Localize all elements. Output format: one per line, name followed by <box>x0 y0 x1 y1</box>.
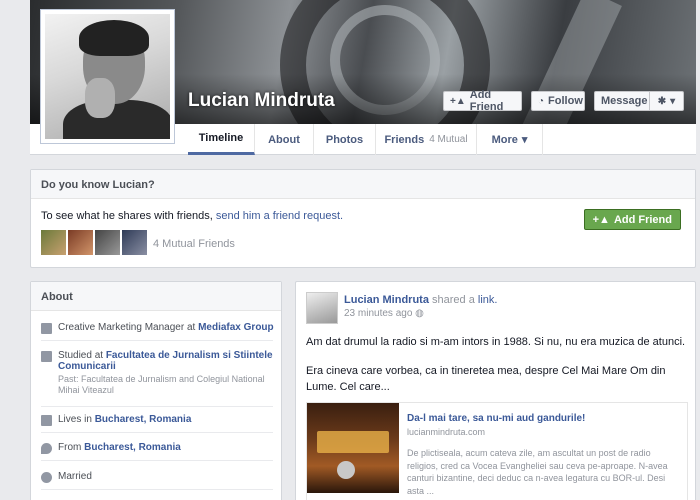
photo-hair <box>79 20 149 56</box>
link-description: De plictiseala, acum cateva zile, am asc… <box>407 448 668 496</box>
add-friend-button[interactable]: +▲ Add Friend <box>443 89 522 113</box>
about-work: Creative Marketing Manager at Mediafax G… <box>41 322 277 334</box>
radio-knob <box>337 461 355 479</box>
divider <box>41 432 273 433</box>
about-lives: Lives in Bucharest, Romania <box>41 414 277 426</box>
about-relationship-text: Married <box>58 471 92 482</box>
link-title[interactable]: Da-l mai tare, sa nu-mi aud gandurile! <box>407 413 585 424</box>
about-from-prefix: From <box>58 442 82 453</box>
mutual-friend-thumbnails <box>41 230 147 255</box>
link-thumbnail-radio[interactable] <box>307 403 399 493</box>
about-study-past: Past: Facultatea de Jurnalism and Colegi… <box>58 374 265 395</box>
about-lives-prefix: Lives in <box>58 414 92 425</box>
location-pin-icon <box>41 443 52 454</box>
add-friend-icon: +▲ <box>592 213 610 226</box>
add-friend-green-label: Add Friend <box>613 213 672 226</box>
about-study-text: Studied at Facultatea de Jurnalism si St… <box>58 350 277 396</box>
friend-request-prefix: To see what he shares with friends, <box>41 210 213 222</box>
tab-about[interactable]: About <box>255 124 314 155</box>
message-button[interactable]: Message <box>594 91 650 111</box>
caret-down-icon: ▾ <box>521 134 528 146</box>
about-from: From Bucharest, Romania <box>41 442 277 454</box>
radio-dial <box>317 431 389 453</box>
mutual-friends-count[interactable]: 4 Mutual Friends <box>153 238 235 250</box>
divider <box>41 460 273 461</box>
photo-hand <box>85 78 115 118</box>
profile-picture[interactable] <box>40 9 175 144</box>
message-label: Message <box>601 95 648 107</box>
do-you-know-title: Do you know Lucian? <box>31 170 695 199</box>
about-from-text: From Bucharest, Romania <box>58 442 181 454</box>
tab-photos-label: Photos <box>325 133 364 146</box>
graduation-cap-icon <box>41 351 52 362</box>
post-action: shared a <box>432 294 475 306</box>
tab-more[interactable]: More ▾ <box>477 124 543 155</box>
post-author-avatar[interactable] <box>306 292 338 324</box>
post-header: Lucian Mindruta shared a link. <box>344 294 497 306</box>
tab-more-label: More <box>491 133 518 146</box>
mutual-friend-avatar[interactable] <box>41 230 66 255</box>
post-time-text: 23 minutes ago <box>344 308 413 319</box>
post-timestamp[interactable]: 23 minutes ago ◍ <box>344 308 424 319</box>
divider <box>41 406 273 407</box>
profile-name[interactable]: Lucian Mindruta <box>188 90 335 112</box>
about-study-prefix: Studied at <box>58 350 104 361</box>
follow-label: Follow <box>548 95 583 107</box>
link-url: lucianmindruta.com <box>407 427 486 437</box>
about-relationship: Married <box>41 471 277 483</box>
about-work-prefix: Creative Marketing Manager at <box>58 322 196 333</box>
briefcase-icon <box>41 323 52 334</box>
post-action-link[interactable]: link. <box>478 294 498 306</box>
globe-icon: ◍ <box>415 308 424 319</box>
do-you-know-box: Do you know Lucian? To see what he share… <box>30 169 696 268</box>
add-friend-label: Add Friend <box>469 89 504 113</box>
add-friend-green-button[interactable]: +▲ Add Friend <box>583 209 681 230</box>
about-title: About <box>31 282 281 311</box>
shared-link-card[interactable]: Da-l mai tare, sa nu-mi aud gandurile! l… <box>306 402 688 500</box>
about-lives-link[interactable]: Bucharest, Romania <box>95 414 192 425</box>
about-lives-text: Lives in Bucharest, Romania <box>58 414 191 426</box>
send-friend-request-link[interactable]: send him a friend request. <box>216 210 343 222</box>
divider <box>41 340 273 341</box>
photo-body <box>63 100 170 139</box>
post-author-name[interactable]: Lucian Mindruta <box>344 294 429 306</box>
friend-request-message: To see what he shares with friends, send… <box>41 210 343 222</box>
about-from-link[interactable]: Bucharest, Romania <box>84 442 181 453</box>
rss-icon: ◔ <box>538 95 545 107</box>
tab-friends[interactable]: Friends 4 Mutual <box>376 124 477 155</box>
tab-about-label: About <box>268 133 300 146</box>
tab-friends-label: Friends <box>384 133 425 146</box>
post-text-paragraph-2: Era cineva care vorbea, ca in tineretea … <box>306 365 666 393</box>
follow-button[interactable]: ◔ Follow <box>531 91 585 111</box>
timeline-post: Lucian Mindruta shared a link. 23 minute… <box>295 281 696 500</box>
tab-friends-mutual: 4 Mutual <box>429 134 468 145</box>
about-study: Studied at Facultatea de Jurnalism si St… <box>41 350 277 396</box>
mutual-friend-avatar[interactable] <box>68 230 93 255</box>
mutual-friend-avatar[interactable] <box>122 230 147 255</box>
settings-menu-button[interactable]: ✱ ▾ <box>649 91 684 111</box>
profile-photo <box>45 14 170 139</box>
post-text-paragraph-1: Am dat drumul la radio si m-am intors in… <box>306 336 686 348</box>
divider <box>41 489 273 490</box>
mutual-friend-avatar[interactable] <box>95 230 120 255</box>
gear-icon: ✱ <box>657 95 667 107</box>
about-work-link[interactable]: Mediafax Group <box>198 322 274 333</box>
heart-icon <box>41 472 52 483</box>
about-box: About Creative Marketing Manager at Medi… <box>30 281 282 500</box>
add-friend-icon: +▲ <box>450 95 466 107</box>
about-work-text: Creative Marketing Manager at Mediafax G… <box>58 322 274 334</box>
tab-timeline[interactable]: Timeline <box>188 124 255 155</box>
caret-down-icon: ▾ <box>670 95 676 107</box>
tab-timeline-label: Timeline <box>198 132 244 144</box>
tab-photos[interactable]: Photos <box>314 124 376 155</box>
house-icon <box>41 415 52 426</box>
